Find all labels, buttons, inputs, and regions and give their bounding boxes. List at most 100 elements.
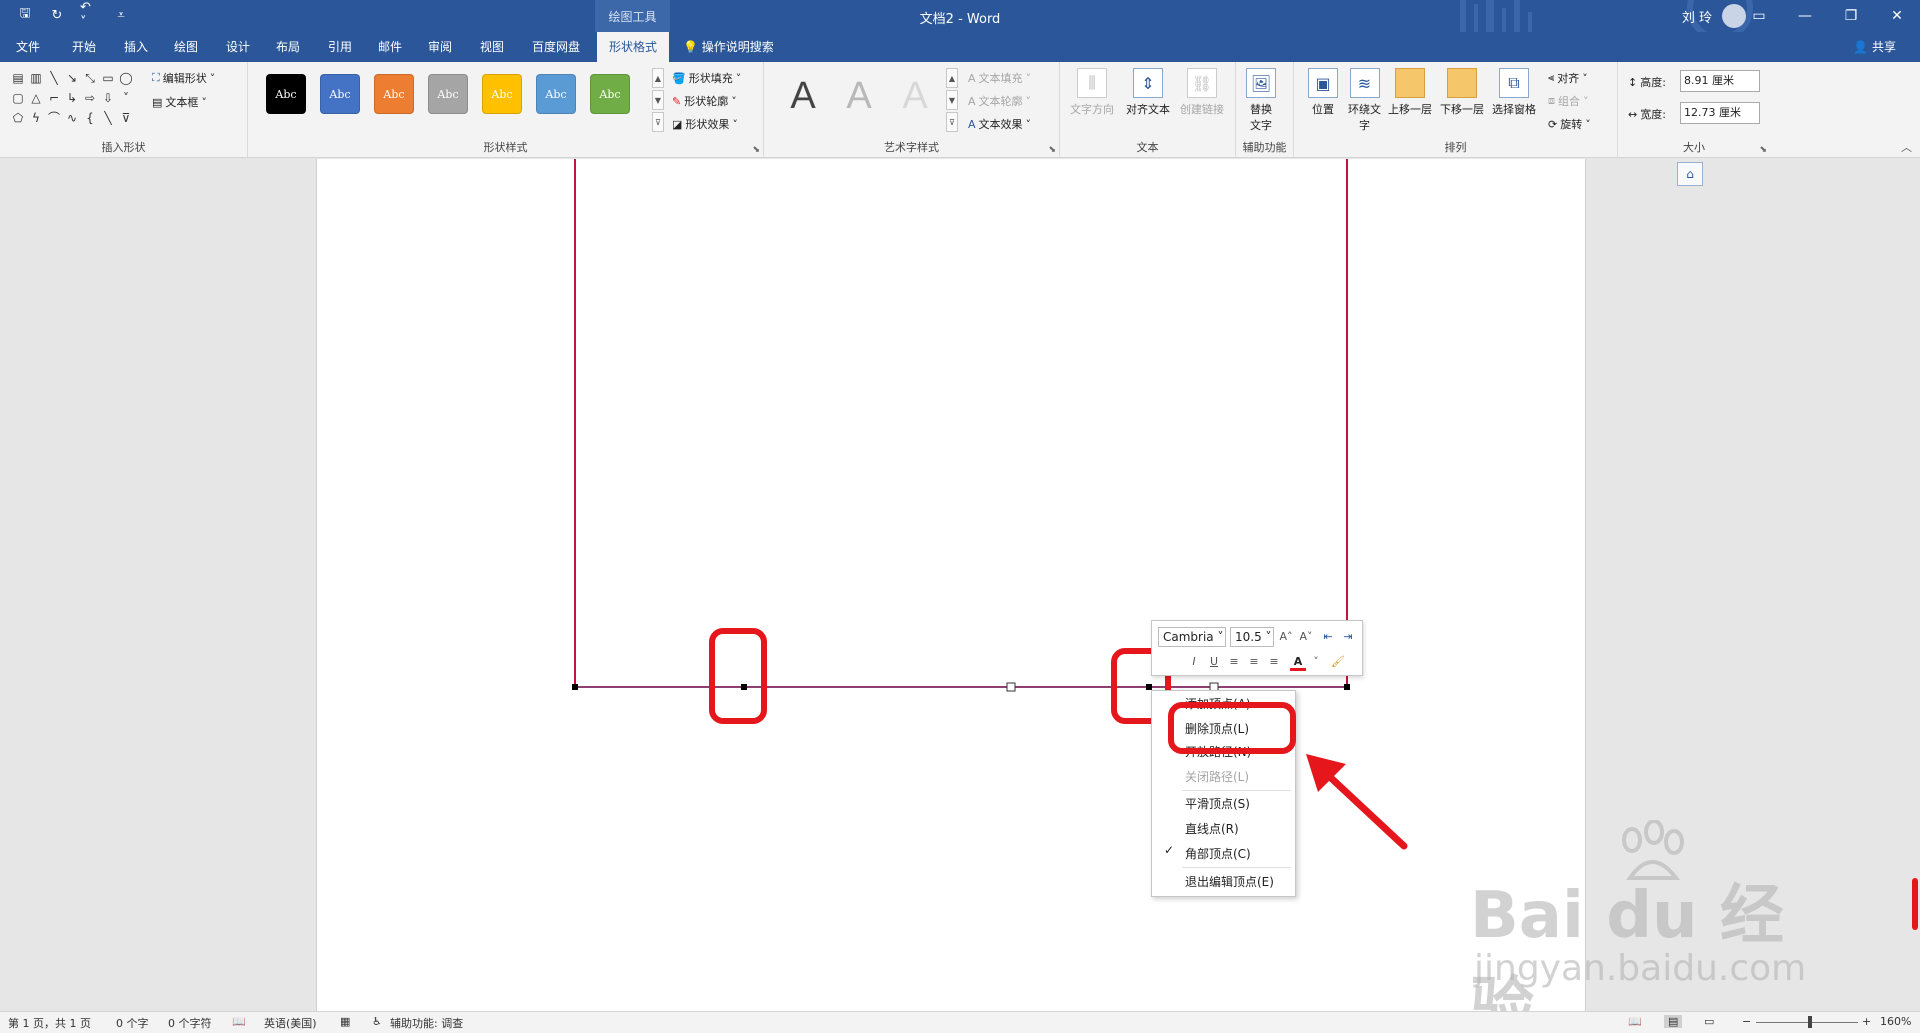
page-count[interactable]: 第 1 页，共 1 页 xyxy=(8,1015,91,1031)
dialog-launcher-icon[interactable]: ⬊ xyxy=(1048,145,1056,155)
customize-qat-icon[interactable]: ⩡ xyxy=(112,6,130,24)
bring-forward-button[interactable]: 上移一层 xyxy=(1388,68,1432,117)
shrink-font-icon[interactable]: A˅ xyxy=(1298,628,1314,646)
elbow-connector-icon[interactable]: ⌐ xyxy=(46,90,62,106)
menu-item-straight-point[interactable]: 直线点(R) xyxy=(1152,818,1297,840)
tab-insert[interactable]: 插入 xyxy=(112,32,160,62)
user-name[interactable]: 刘 玲 xyxy=(1682,7,1712,26)
style-swatch[interactable]: Abc xyxy=(482,74,522,114)
read-mode-icon[interactable]: 📖 xyxy=(1628,1015,1642,1028)
zoom-out-icon[interactable]: − xyxy=(1742,1015,1751,1028)
proofing-icon[interactable]: 📖 xyxy=(232,1015,246,1028)
vertical-textbox-icon[interactable]: ▥ xyxy=(28,70,44,86)
zoom-slider[interactable] xyxy=(1756,1022,1858,1023)
vertex-handle[interactable] xyxy=(1344,684,1350,690)
accessibility-status[interactable]: 辅助功能: 调查 xyxy=(390,1015,463,1031)
increase-indent-icon[interactable]: ⇥ xyxy=(1340,628,1356,646)
ribbon-display-options-icon[interactable]: ▭ xyxy=(1736,0,1782,32)
scroll-down-icon[interactable]: ˅ xyxy=(118,90,134,106)
textbox-shape-icon[interactable]: ▤ xyxy=(10,70,26,86)
right-arrow-icon[interactable]: ⇨ xyxy=(82,90,98,106)
text-effects-button[interactable]: A 文本效果 ˅ xyxy=(968,116,1031,132)
wordart-style-dark[interactable]: A xyxy=(778,72,828,120)
menu-item-close-path[interactable]: 关闭路径(L) xyxy=(1152,766,1297,788)
language[interactable]: 英语(美国) xyxy=(264,1015,317,1031)
selection-pane-button[interactable]: ⧉ 选择窗格 xyxy=(1492,68,1536,117)
collapse-ribbon-icon[interactable]: ︿ xyxy=(1901,139,1912,155)
more-shapes-icon[interactable]: ⊽ xyxy=(118,110,134,126)
tab-mailings[interactable]: 邮件 xyxy=(366,32,414,62)
align-text-button[interactable]: ⇕ 对齐文本 xyxy=(1126,68,1170,117)
char-count[interactable]: 0 个字符 xyxy=(168,1015,212,1031)
text-fill-button[interactable]: A 文本填充 ˅ xyxy=(968,70,1031,86)
zoom-level[interactable]: 160% xyxy=(1880,1015,1911,1028)
tab-file[interactable]: 文件 xyxy=(4,32,52,62)
tab-references[interactable]: 引用 xyxy=(316,32,364,62)
wordart-style-outline[interactable]: A xyxy=(890,72,940,120)
create-link-button[interactable]: ⛓ 创建链接 xyxy=(1180,68,1224,117)
tab-baidu-netdisk[interactable]: 百度网盘 xyxy=(520,32,592,62)
text-direction-button[interactable]: ⫼ 文字方向 xyxy=(1070,68,1114,117)
freeform-shape[interactable] xyxy=(317,159,1587,1011)
tab-view[interactable]: 视图 xyxy=(468,32,516,62)
style-swatch[interactable]: Abc xyxy=(374,74,414,114)
rotate-button[interactable]: ⟳ 旋转 ˅ xyxy=(1548,116,1591,132)
double-arrow-icon[interactable]: ⤡ xyxy=(82,70,98,86)
redo-icon[interactable]: ↻ xyxy=(48,6,66,24)
shape-outline-button[interactable]: ✎ 形状轮廓 ˅ xyxy=(672,93,737,109)
style-swatch[interactable]: Abc xyxy=(536,74,576,114)
style-gallery-scroll[interactable]: ▲ ▼ ⊽ xyxy=(652,68,664,132)
zoom-slider-thumb[interactable] xyxy=(1808,1016,1812,1028)
shape-effects-button[interactable]: ◪ 形状效果 ˅ xyxy=(672,116,738,132)
position-button[interactable]: ▣ 位置 xyxy=(1308,68,1338,117)
zoom-in-icon[interactable]: + xyxy=(1862,1015,1871,1028)
tab-draw[interactable]: 绘图 xyxy=(162,32,210,62)
align-button[interactable]: ⫷ 对齐 ˅ xyxy=(1548,70,1588,86)
brace-icon[interactable]: { xyxy=(82,110,98,126)
dialog-launcher-icon[interactable]: ⬊ xyxy=(752,145,760,155)
align-center-icon[interactable]: ≡ xyxy=(1246,653,1262,671)
layout-options-icon[interactable]: ⌂ xyxy=(1677,162,1703,186)
menu-item-corner-point[interactable]: 角部顶点(C) xyxy=(1152,843,1297,865)
undo-icon[interactable]: ↶ ˅ xyxy=(80,0,98,30)
underline-icon[interactable]: U xyxy=(1206,653,1222,671)
lightning-icon[interactable]: ϟ xyxy=(28,110,44,126)
tab-review[interactable]: 审阅 xyxy=(416,32,464,62)
style-swatch[interactable]: Abc xyxy=(590,74,630,114)
down-arrow-icon[interactable]: ⇩ xyxy=(100,90,116,106)
wrap-text-button[interactable]: ≋ 环绕文 字 xyxy=(1348,68,1381,133)
print-layout-icon[interactable]: ▤ xyxy=(1664,1015,1683,1028)
align-left-icon[interactable]: ≡ xyxy=(1226,653,1242,671)
format-painter-icon[interactable]: 🖌 xyxy=(1330,653,1346,671)
freeform-icon[interactable]: ⬠ xyxy=(10,110,26,126)
wordart-gallery-scroll[interactable]: ▲ ▼ ⊽ xyxy=(946,68,958,132)
scrollbar-thumb[interactable] xyxy=(1912,878,1918,930)
grow-font-icon[interactable]: A˄ xyxy=(1278,628,1294,646)
tab-home[interactable]: 开始 xyxy=(60,32,108,62)
save-icon[interactable]: 🖫 xyxy=(16,6,34,24)
tab-layout[interactable]: 布局 xyxy=(264,32,312,62)
font-size-dropdown[interactable]: 10.5 ˅ xyxy=(1230,627,1274,647)
macro-icon[interactable]: ▦ xyxy=(340,1015,350,1028)
share-button[interactable]: 👤 共享 xyxy=(1853,32,1896,62)
tab-design[interactable]: 设计 xyxy=(214,32,262,62)
menu-item-exit-edit-points[interactable]: 退出编辑顶点(E) xyxy=(1152,871,1297,893)
line-icon[interactable]: ╲ xyxy=(46,70,62,86)
tell-me-search[interactable]: 💡 操作说明搜索 xyxy=(683,32,774,62)
menu-item-smooth-point[interactable]: 平滑顶点(S) xyxy=(1152,793,1297,815)
close-button[interactable]: ✕ xyxy=(1874,0,1920,32)
text-outline-button[interactable]: A 文本轮廓 ˅ xyxy=(968,93,1031,109)
rectangle-icon[interactable]: ▭ xyxy=(100,70,116,86)
restore-button[interactable]: ❐ xyxy=(1828,0,1874,32)
width-field[interactable]: 12.73 厘米 xyxy=(1680,102,1760,124)
minimize-button[interactable]: — xyxy=(1782,0,1828,32)
font-color-dropdown-icon[interactable]: ˅ xyxy=(1308,653,1324,671)
diagonal-icon[interactable]: ╲ xyxy=(100,110,116,126)
edit-shape-button[interactable]: ⛶ 编辑形状 ˅ xyxy=(152,70,215,86)
arc-icon[interactable]: ⌒ xyxy=(46,110,62,126)
arrow-line-icon[interactable]: ↘ xyxy=(64,70,80,86)
shapes-gallery[interactable]: ▤ ▥ ╲ ↘ ⤡ ▭ ◯ ▢ △ ⌐ ↳ ⇨ ⇩ ˅ ⬠ ϟ ⌒ ∿{╲ ⊽ xyxy=(10,70,136,126)
style-swatch[interactable]: Abc xyxy=(428,74,468,114)
word-count[interactable]: 0 个字 xyxy=(116,1015,149,1031)
decrease-indent-icon[interactable]: ⇤ xyxy=(1320,628,1336,646)
